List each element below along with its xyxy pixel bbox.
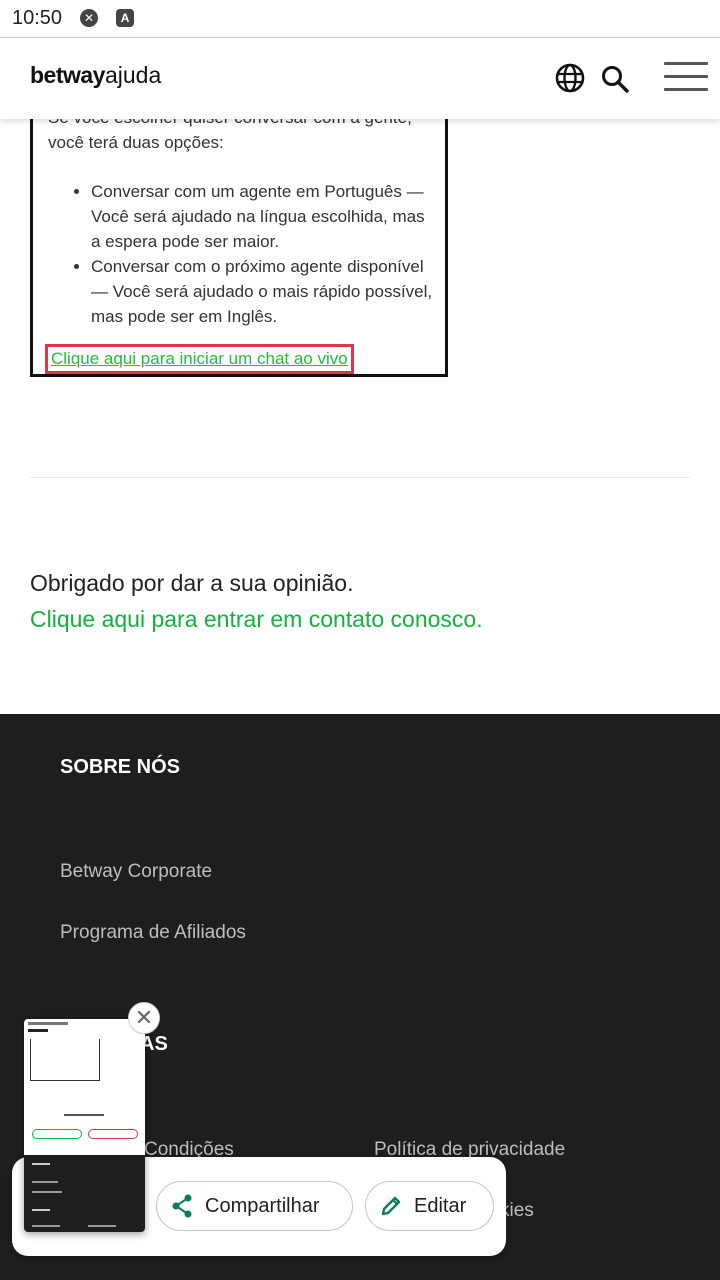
- footer-link-affiliates[interactable]: Programa de Afiliados: [60, 922, 246, 944]
- feedback-thanks: Obrigado por dar a sua opinião.: [30, 570, 354, 596]
- edit-button[interactable]: Editar: [365, 1181, 494, 1231]
- options-list: Conversar com um agente em Português — V…: [91, 179, 436, 329]
- a-box-icon: A: [116, 9, 135, 27]
- pencil-icon: [381, 1196, 401, 1216]
- article-intro: Se você escolher quiser conversar com a …: [48, 119, 412, 152]
- share-icon: [172, 1194, 192, 1218]
- status-bar: 10:50 ✕ A: [0, 0, 720, 36]
- site-header: betwayajuda: [0, 37, 720, 119]
- betway-logo[interactable]: betwayajuda: [30, 62, 161, 89]
- screenshot-preview-thumbnail[interactable]: [24, 1019, 145, 1232]
- contact-us-link[interactable]: Clique aqui para entrar em contato conos…: [30, 606, 483, 633]
- footer-heading-about: SOBRE NÓS: [60, 756, 181, 778]
- shield-x-icon: ✕: [80, 9, 99, 27]
- status-time: 10:50: [12, 6, 63, 29]
- article-screenshot: Se você escolher quiser conversar com a …: [30, 119, 448, 377]
- logo-suffix: ajuda: [104, 62, 162, 88]
- edit-label: Editar: [414, 1194, 467, 1217]
- globe-icon[interactable]: [554, 62, 586, 94]
- share-label: Compartilhar: [205, 1194, 320, 1217]
- search-icon[interactable]: [600, 64, 630, 94]
- divider: [30, 477, 690, 478]
- list-item: Conversar com um agente em Português — V…: [91, 179, 436, 254]
- share-button[interactable]: Compartilhar: [156, 1181, 353, 1231]
- logo-brand: betway: [30, 62, 105, 88]
- close-icon[interactable]: ✕: [128, 1002, 160, 1034]
- footer-link-corporate[interactable]: Betway Corporate: [60, 861, 212, 883]
- hamburger-menu-icon[interactable]: [664, 62, 708, 92]
- list-item: Conversar com o próximo agente disponíve…: [91, 254, 436, 329]
- live-chat-link: Clique aqui para iniciar um chat ao vivo: [45, 344, 354, 374]
